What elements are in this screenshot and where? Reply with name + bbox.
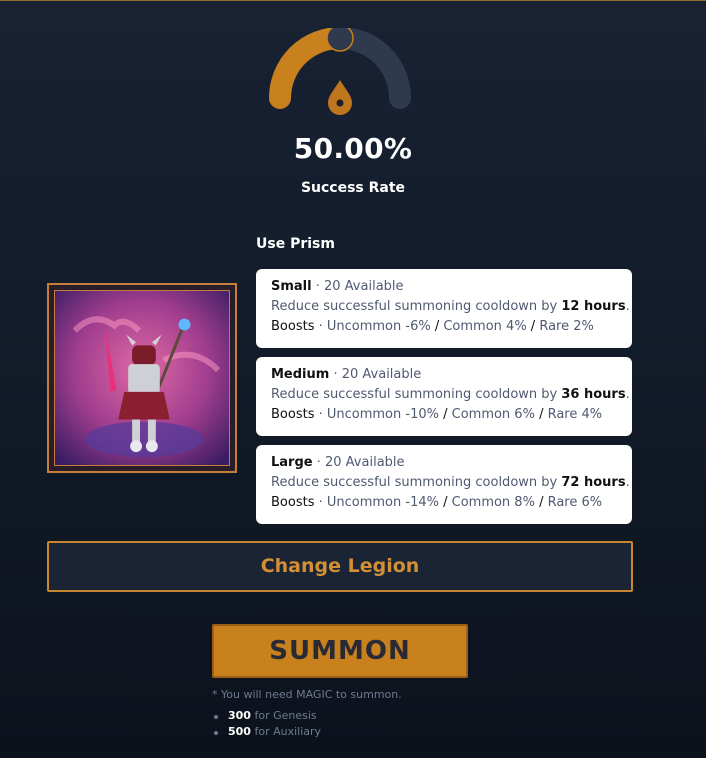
use-prism-heading: Use Prism	[256, 236, 335, 252]
summon-button[interactable]: SUMMON	[212, 624, 468, 678]
magic-cost-label: for Genesis	[254, 709, 317, 722]
drop-icon	[328, 80, 352, 115]
success-rate-gauge	[269, 28, 411, 115]
legion-character-image	[55, 291, 229, 465]
prism-size-label: Medium	[271, 367, 330, 382]
prism-cooldown-hours: 12 hours	[561, 299, 626, 314]
prism-boost-uncommon: Uncommon -14%	[326, 495, 439, 510]
prism-cooldown-hours: 36 hours	[561, 387, 626, 402]
prism-size-label: Small	[271, 279, 312, 294]
list-item: 300 for Genesis	[214, 708, 321, 724]
change-legion-button[interactable]: Change Legion	[47, 541, 633, 592]
prism-boost-rare: Rare 4%	[547, 407, 603, 422]
prism-available-count: 20 Available	[324, 279, 404, 294]
prism-boosts-label: Boosts	[271, 495, 315, 510]
prism-cooldown-hours: 72 hours	[561, 475, 626, 490]
prism-boosts-label: Boosts	[271, 319, 315, 334]
prism-option-medium[interactable]: Medium · 20 Available Reduce successful …	[256, 357, 632, 436]
legion-portrait[interactable]	[47, 283, 237, 473]
magic-cost-label: for Auxiliary	[254, 725, 322, 738]
success-rate-label: Success Rate	[300, 180, 406, 196]
gauge-knob	[326, 28, 354, 52]
prism-boost-common: Common 6%	[451, 407, 535, 422]
list-item: 500 for Auxiliary	[214, 724, 321, 740]
prism-boost-common: Common 4%	[443, 319, 527, 334]
prism-cooldown-text: Reduce successful summoning cooldown by	[271, 299, 562, 314]
prism-cooldown-text: Reduce successful summoning cooldown by	[271, 387, 562, 402]
prism-boost-common: Common 8%	[451, 495, 535, 510]
prism-boost-rare: Rare 6%	[547, 495, 603, 510]
prism-boosts-label: Boosts	[271, 407, 315, 422]
magic-cost-amount: 500	[228, 725, 251, 738]
prism-option-small[interactable]: Small · 20 Available Reduce successful s…	[256, 269, 632, 348]
prism-boost-uncommon: Uncommon -6%	[326, 319, 431, 334]
prism-option-large[interactable]: Large · 20 Available Reduce successful s…	[256, 445, 632, 524]
magic-requirement-note: * You will need MAGIC to summon.	[212, 688, 402, 701]
magic-cost-amount: 300	[228, 709, 251, 722]
prism-available-count: 20 Available	[325, 455, 405, 470]
prism-size-label: Large	[271, 455, 313, 470]
top-border	[0, 0, 706, 1]
magic-cost-list: 300 for Genesis 500 for Auxiliary	[214, 708, 321, 740]
prism-cooldown-text: Reduce successful summoning cooldown by	[271, 475, 562, 490]
prism-boost-rare: Rare 2%	[539, 319, 594, 334]
prism-available-count: 20 Available	[341, 367, 422, 382]
prism-boost-uncommon: Uncommon -10%	[326, 407, 439, 422]
success-rate-value: 50.00%	[293, 132, 413, 165]
